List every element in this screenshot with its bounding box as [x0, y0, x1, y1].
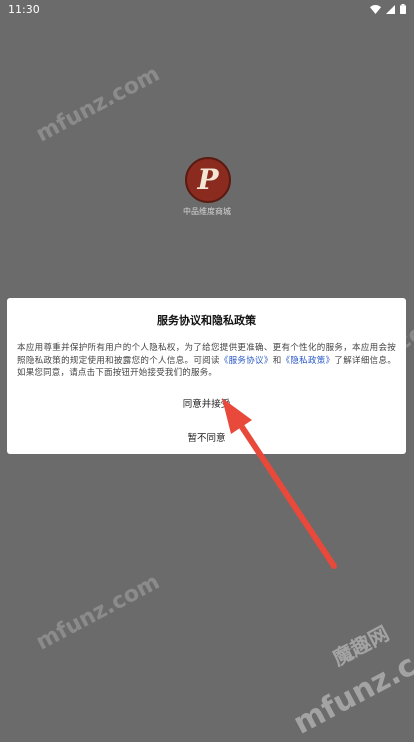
status-icons [370, 4, 406, 14]
dialog-body: 本应用尊重并保护所有用户的个人隐私权，为了给您提供更准确、更有个性化的服务，本应… [17, 342, 396, 380]
status-time: 11:30 [8, 2, 40, 16]
battery-icon [400, 4, 406, 14]
service-agreement-link[interactable]: 《服务协议》 [220, 356, 273, 366]
dialog-title: 服务协议和隐私政策 [157, 314, 256, 327]
app-logo-glyph: P [197, 163, 219, 196]
wifi-icon [370, 4, 381, 14]
disagree-button[interactable]: 暂不同意 [17, 430, 396, 444]
watermark: mfunz.com [32, 569, 164, 656]
privacy-policy-link[interactable]: 《隐私政策》 [282, 356, 335, 366]
cellular-signal-icon [386, 4, 395, 14]
status-bar: 11:30 [0, 0, 414, 18]
privacy-dialog: 服务协议和隐私政策 本应用尊重并保护所有用户的个人隐私权，为了给您提供更准确、更… [7, 298, 406, 454]
app-logo: P [185, 157, 231, 203]
watermark: mfunz.com [32, 61, 164, 148]
app-name: 中品维度商城 [183, 207, 231, 216]
watermark: mfunz.com [287, 623, 414, 742]
agree-button[interactable]: 同意并接受 [17, 396, 396, 410]
watermark-brand: 魔趣网 [328, 621, 393, 671]
dialog-body-and: 和 [272, 355, 282, 366]
